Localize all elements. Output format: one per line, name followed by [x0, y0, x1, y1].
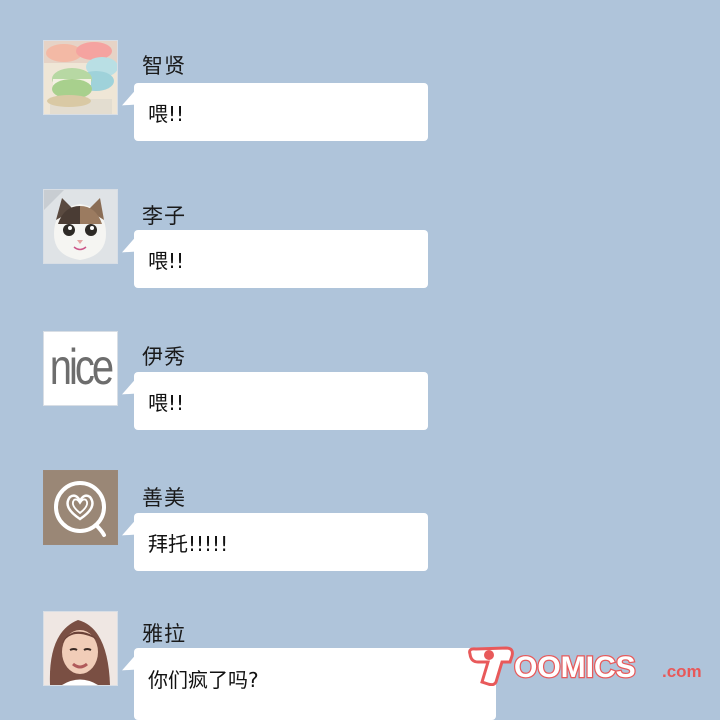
sender-name: 李子	[142, 204, 186, 228]
sender-name: 雅拉	[142, 622, 186, 646]
macaron-avatar[interactable]	[43, 40, 118, 115]
message-bubble: 喂!!	[134, 83, 428, 141]
nice-avatar-text: nice	[49, 340, 114, 396]
sender-name: 善美	[142, 486, 186, 510]
latte-art-avatar[interactable]	[43, 470, 118, 545]
cat-avatar[interactable]	[43, 189, 118, 264]
sender-name: 伊秀	[142, 345, 186, 369]
message-bubble: 喂!!	[134, 230, 428, 288]
woman-portrait-avatar[interactable]	[43, 611, 118, 686]
message-bubble: 喂!!	[134, 372, 428, 430]
chat-thread: 智贤 喂!! 李子 喂!! nice 伊秀 喂!! 善美 拜托!!!!! 雅拉 …	[0, 0, 720, 720]
message-bubble: 拜托!!!!!	[134, 513, 428, 571]
svg-text:.com: .com	[662, 662, 702, 681]
message-bubble: 你们疯了吗?	[134, 648, 496, 720]
sender-name: 智贤	[142, 54, 186, 78]
nice-text-avatar[interactable]: nice	[43, 331, 118, 406]
toomics-logo: OOMICS .com	[466, 644, 711, 687]
svg-text:OOMICS: OOMICS	[514, 651, 636, 684]
